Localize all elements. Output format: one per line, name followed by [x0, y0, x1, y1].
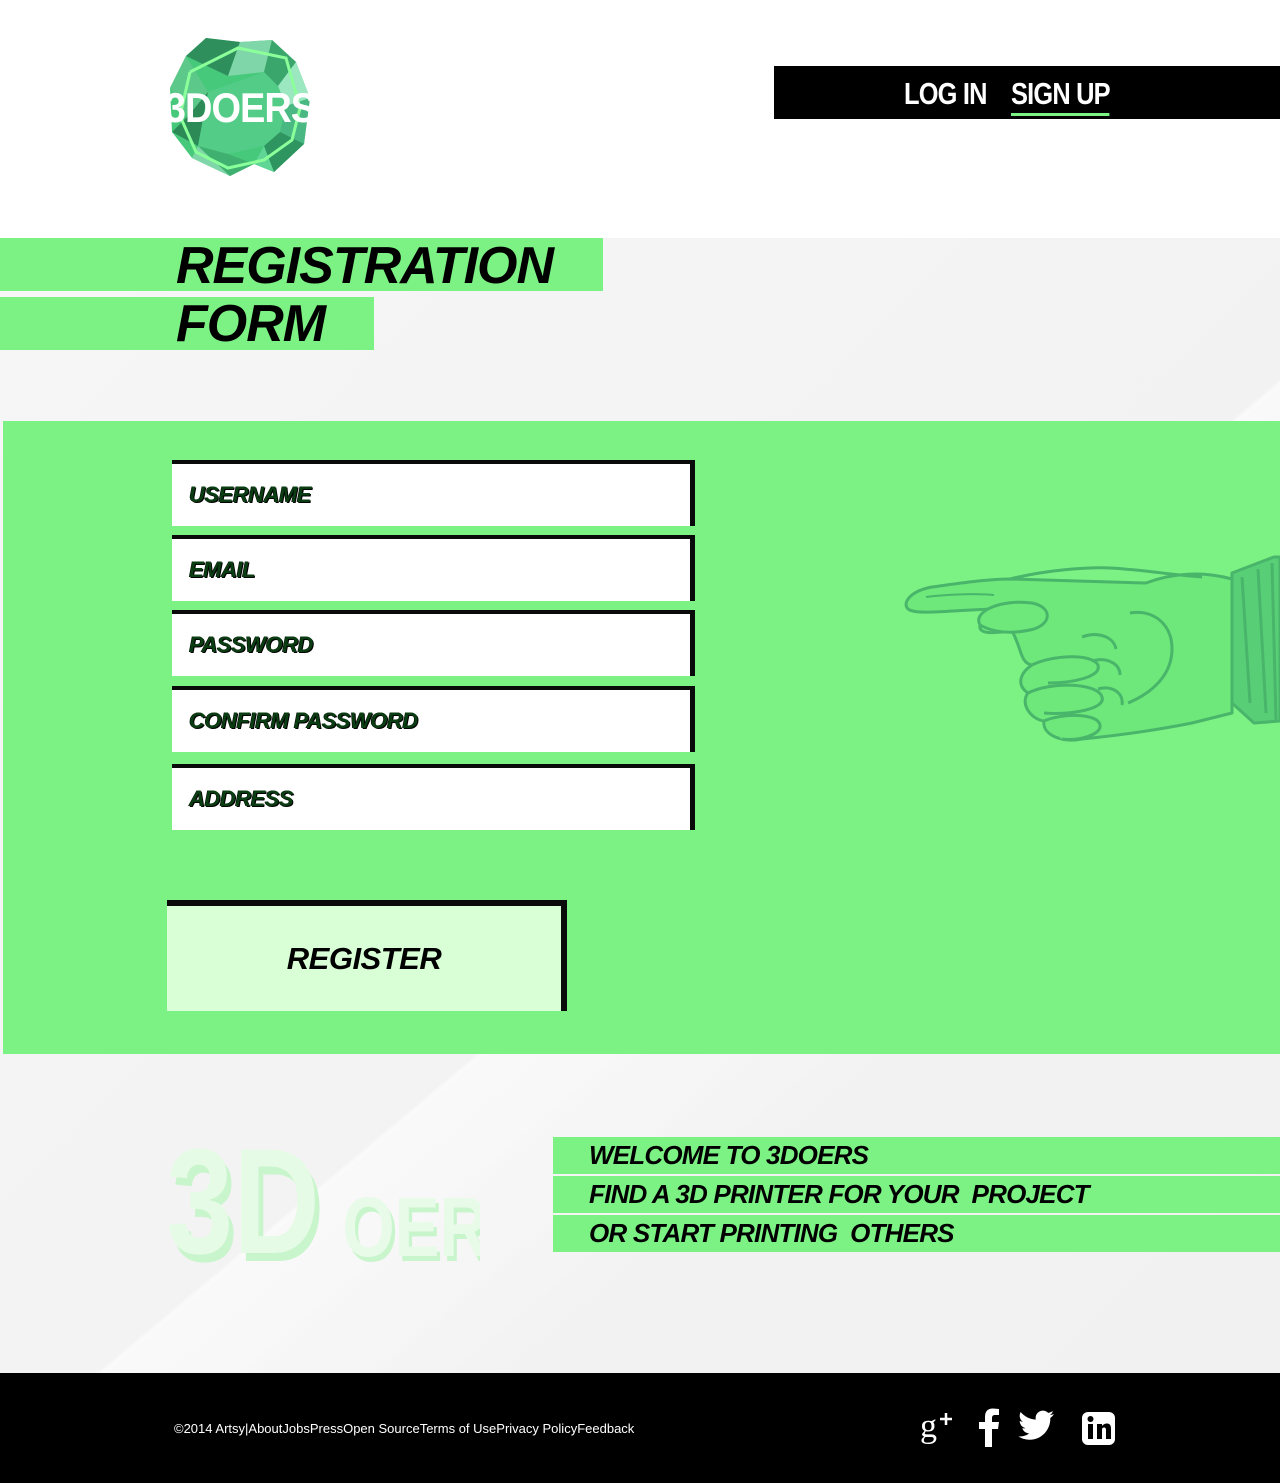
svg-text:g: g [920, 1408, 937, 1445]
page-title-line1: REGISTRATION [176, 237, 554, 295]
confirm-password-field[interactable]: CONFIRM PASSWORD [168, 686, 695, 752]
password-label: PASSWORD [189, 632, 313, 657]
welcome-line-2: FIND A 3D PRINTER FOR YOUR PROJECT [553, 1176, 1280, 1213]
register-button-label: REGISTER [286, 940, 442, 976]
svg-text:OERS: OERS [342, 1181, 480, 1270]
welcome-text-3: OR START PRINTING OTHERS [589, 1218, 955, 1248]
google-plus-icon[interactable]: g [918, 1407, 958, 1447]
address-field[interactable]: ADDRESS [168, 764, 695, 830]
footer: ©2014 Artsy | About Jobs Press Open Sour… [0, 1373, 1280, 1483]
login-link[interactable]: LOG IN [904, 76, 987, 112]
top-nav: LOG IN SIGN UP [774, 66, 1280, 119]
signup-link[interactable]: SIGN UP [1011, 76, 1111, 116]
footer-link-press[interactable]: Press [310, 1421, 343, 1436]
footer-link-open-source[interactable]: Open Source [343, 1421, 420, 1436]
footer-link-terms[interactable]: Terms of Use [420, 1421, 497, 1436]
pointing-hand-icon [902, 553, 1280, 748]
twitter-icon[interactable] [1016, 1407, 1056, 1447]
password-field[interactable]: PASSWORD [168, 610, 695, 676]
registration-page: 3DOERS LOG IN SIGN UP REGISTRATION FORM … [0, 0, 1280, 1483]
email-field[interactable]: EMAIL [168, 535, 695, 601]
welcome-line-3: OR START PRINTING OTHERS [553, 1215, 1280, 1252]
welcome-text-1: WELCOME TO 3DOERS [589, 1140, 869, 1170]
svg-text:3D: 3D [166, 1117, 319, 1270]
username-field[interactable]: USERNAME [168, 460, 695, 526]
brand-logo[interactable]: 3DOERS [165, 36, 317, 178]
svg-text:3DOERS: 3DOERS [168, 85, 312, 131]
footer-link-about[interactable]: About [248, 1421, 282, 1436]
footer-link-privacy[interactable]: Privacy Policy [496, 1421, 577, 1436]
footer-link-jobs[interactable]: Jobs [282, 1421, 309, 1436]
address-label: ADDRESS [189, 786, 294, 811]
welcome-text-2: FIND A 3D PRINTER FOR YOUR PROJECT [589, 1179, 1090, 1209]
confirm-password-label: CONFIRM PASSWORD [189, 708, 418, 733]
footer-3d-logo: 3D 3D OERS OERS [160, 1115, 536, 1293]
footer-links: ©2014 Artsy | About Jobs Press Open Sour… [174, 1421, 634, 1436]
username-label: USERNAME [189, 482, 311, 507]
footer-link-feedback[interactable]: Feedback [577, 1421, 634, 1436]
footer-copyright: ©2014 Artsy [174, 1421, 246, 1436]
page-title-line2: FORM [176, 295, 326, 353]
email-label: EMAIL [189, 557, 255, 582]
register-button[interactable]: REGISTER [167, 900, 567, 1011]
linkedin-icon[interactable] [1078, 1407, 1118, 1447]
welcome-line-1: WELCOME TO 3DOERS [553, 1137, 1280, 1174]
facebook-icon[interactable] [976, 1407, 1002, 1447]
